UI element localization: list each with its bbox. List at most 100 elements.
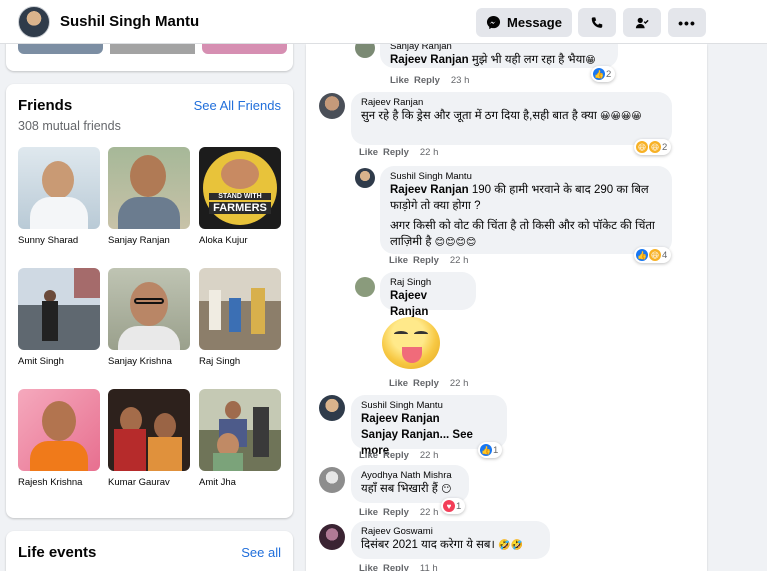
friend-photo[interactable]	[18, 147, 100, 229]
call-button[interactable]	[578, 8, 616, 37]
like-link[interactable]: Like	[359, 450, 378, 461]
messenger-icon	[486, 15, 501, 30]
friend-name[interactable]: Raj Singh	[199, 356, 281, 367]
comment-avatar[interactable]	[319, 395, 345, 421]
reply-link[interactable]: Reply	[383, 507, 409, 518]
comment-time[interactable]: 22 h	[420, 507, 439, 518]
life-events-card: Life events See all	[6, 531, 293, 571]
friend-photo-text: STAND WITH	[209, 193, 271, 200]
friend-photo[interactable]	[199, 389, 281, 471]
friend-tile[interactable]: Rajesh Krishna	[18, 389, 100, 488]
tongue-out-sticker[interactable]	[382, 317, 440, 369]
friend-photo[interactable]	[108, 389, 190, 471]
comment-author[interactable]: Sushil Singh Mantu	[390, 171, 662, 182]
comment-time[interactable]: 22 h	[450, 255, 469, 266]
friend-name[interactable]: Amit Singh	[18, 356, 100, 367]
friend-name[interactable]: Amit Jha	[199, 477, 281, 488]
comment-avatar[interactable]	[355, 168, 375, 188]
friend-tile[interactable]: Kumar Gaurav	[108, 389, 190, 488]
comment-author[interactable]: Sushil Singh Mantu	[361, 400, 497, 411]
comment-text: Rajeev Ranjan	[390, 288, 466, 320]
comment-time[interactable]: 22 h	[420, 450, 439, 461]
reply-link[interactable]: Reply	[413, 378, 439, 389]
comment-time[interactable]: 22 h	[450, 378, 469, 389]
life-events-see-all-link[interactable]: See all	[241, 545, 281, 560]
message-button[interactable]: Message	[476, 8, 572, 37]
friend-tile[interactable]: Amit Jha	[199, 389, 281, 488]
reaction-count[interactable]: 👍 😆 4	[634, 247, 672, 263]
like-link[interactable]: Like	[359, 563, 378, 571]
profile-name[interactable]: Sushil Singh Mantu	[60, 13, 199, 30]
comment-mention[interactable]: Rajeev Ranjan	[361, 413, 440, 425]
like-link[interactable]: Like	[389, 378, 408, 389]
friend-photo[interactable]	[108, 147, 190, 229]
comment-avatar[interactable]	[355, 44, 375, 58]
more-icon: •••	[678, 14, 696, 31]
reply-link[interactable]: Reply	[383, 450, 409, 461]
like-link[interactable]: Like	[359, 507, 378, 518]
friend-tile[interactable]: Amit Singh	[18, 268, 100, 367]
comment-author[interactable]: Ayodhya Nath Mishra	[361, 470, 459, 481]
more-options-button[interactable]: •••	[668, 8, 706, 37]
comment-avatar[interactable]	[319, 93, 345, 119]
like-link[interactable]: Like	[359, 147, 378, 158]
comment-text: अगर किसी को वोट की चिंता है तो किसी और क…	[390, 220, 655, 248]
message-label: Message	[507, 15, 562, 30]
reply-link[interactable]: Reply	[383, 147, 409, 158]
friend-tile[interactable]: STAND WITH FARMERS Aloka Kujur	[199, 147, 281, 246]
haha-reaction-icon: 😆	[636, 141, 648, 153]
comment-time[interactable]: 22 h	[420, 147, 439, 158]
emoji: 😊😊😊😊	[434, 237, 477, 248]
friend-name[interactable]: Sanjay Krishna	[108, 356, 190, 367]
friend-name[interactable]: Sanjay Ranjan	[108, 235, 190, 246]
comment-author[interactable]: Sanjay Ranjan	[390, 44, 608, 52]
photo-thumb[interactable]	[202, 44, 287, 54]
friend-name[interactable]: Rajesh Krishna	[18, 477, 100, 488]
love-reaction-icon: ♥	[443, 500, 455, 512]
friend-tile[interactable]: Sunny Sharad	[18, 147, 100, 246]
like-link[interactable]: Like	[390, 75, 409, 86]
photo-thumb[interactable]	[18, 44, 103, 54]
friend-name[interactable]: Kumar Gaurav	[108, 477, 190, 488]
friend-photo[interactable]	[108, 268, 190, 350]
reaction-count[interactable]: 😆 😆 2	[634, 139, 672, 155]
friend-tile[interactable]: Sanjay Ranjan	[108, 147, 190, 246]
profile-avatar[interactable]	[18, 5, 50, 38]
photo-thumb[interactable]	[110, 44, 195, 54]
friend-name[interactable]: Aloka Kujur	[199, 235, 281, 246]
reaction-count[interactable]: 👍 2	[591, 66, 616, 82]
friend-tile[interactable]: Raj Singh	[199, 268, 281, 367]
reaction-count[interactable]: ♥ 1	[441, 498, 466, 514]
friend-tile[interactable]: Sanjay Krishna	[108, 268, 190, 367]
reply-link[interactable]: Reply	[383, 563, 409, 571]
comment-author[interactable]: Raj Singh	[390, 277, 466, 288]
comment-avatar[interactable]	[319, 467, 345, 493]
friend-name[interactable]: Sunny Sharad	[18, 235, 100, 246]
reaction-count[interactable]: 👍 1	[478, 442, 503, 458]
comment-avatar[interactable]	[319, 524, 345, 550]
like-link[interactable]: Like	[389, 255, 408, 266]
comment-time[interactable]: 11 h	[420, 563, 438, 571]
comment-mention[interactable]: Sanjay Ranjan	[361, 429, 440, 441]
friend-photo[interactable]	[199, 268, 281, 350]
comment-mention[interactable]: Rajeev Ranjan	[390, 54, 469, 66]
comment-author[interactable]: Rajeev Goswami	[361, 526, 540, 537]
comment-author[interactable]: Rajeev Ranjan	[361, 97, 662, 108]
person-check-icon	[635, 16, 649, 30]
like-reaction-icon: 👍	[636, 249, 648, 261]
emoji: 😁	[585, 55, 596, 66]
see-all-friends-link[interactable]: See All Friends	[194, 98, 281, 113]
reply-link[interactable]: Reply	[414, 75, 440, 86]
comment-bubble: Rajeev Ranjan सुन रहे है कि ड्रेस और जूत…	[351, 92, 672, 145]
friend-photo[interactable]	[18, 268, 100, 350]
comment-time[interactable]: 23 h	[451, 75, 470, 86]
reply-link[interactable]: Reply	[413, 255, 439, 266]
comment-avatar[interactable]	[355, 277, 375, 297]
friend-photo[interactable]: STAND WITH FARMERS	[199, 147, 281, 229]
like-reaction-icon: 👍	[593, 68, 605, 80]
friends-status-button[interactable]	[623, 8, 661, 37]
friend-photo[interactable]	[18, 389, 100, 471]
life-events-title: Life events	[18, 544, 97, 561]
comment-mention[interactable]: Rajeev Ranjan	[390, 290, 428, 318]
comment-mention[interactable]: Rajeev Ranjan	[390, 184, 469, 196]
